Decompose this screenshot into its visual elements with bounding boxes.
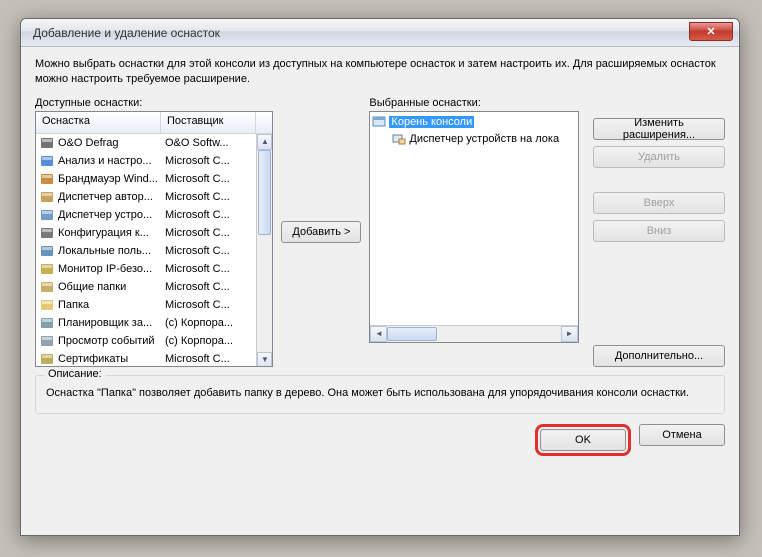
snapin-icon — [40, 334, 54, 348]
vendor-name: Microsoft C... — [161, 155, 256, 167]
list-item[interactable]: Общие папки Microsoft C... — [36, 278, 256, 296]
list-item[interactable]: Брандмауэр Wind...Microsoft C... — [36, 170, 256, 188]
snapin-name: Планировщик за... — [58, 317, 152, 329]
vendor-name: Microsoft C... — [161, 227, 256, 239]
list-item[interactable]: Просмотр событий (c) Корпора... — [36, 332, 256, 350]
snapin-name: Папка — [58, 299, 89, 311]
dialog-content: Можно выбрать оснастки для этой консоли … — [21, 47, 739, 468]
ok-highlight: OK — [535, 424, 631, 456]
vendor-name: (c) Корпора... — [161, 335, 256, 347]
snapin-name: Монитор IP-безо... — [58, 263, 152, 275]
dialog-window: Добавление и удаление оснасток ✕ Можно в… — [20, 18, 740, 536]
snapin-icon — [40, 352, 54, 366]
console-root-icon — [372, 115, 386, 129]
description-label: Описание: — [44, 368, 106, 380]
titlebar[interactable]: Добавление и удаление оснасток ✕ — [21, 19, 739, 47]
close-button[interactable]: ✕ — [689, 22, 733, 41]
description-group: Описание: Оснастка "Папка" позволяет доб… — [35, 375, 725, 414]
list-item[interactable]: O&O Defrag O&O Softw... — [36, 134, 256, 152]
listview-header[interactable]: Оснастка Поставщик — [36, 112, 272, 134]
selected-label: Выбранные оснастки: — [369, 97, 579, 109]
intro-text: Можно выбрать оснастки для этой консоли … — [35, 57, 725, 87]
vendor-name: Microsoft C... — [161, 281, 256, 293]
list-item[interactable]: Диспетчер автор... Microsoft C... — [36, 188, 256, 206]
snapin-name: Сертификаты — [58, 353, 128, 365]
snapin-name: Просмотр событий — [58, 335, 155, 347]
scroll-down-icon[interactable]: ▼ — [257, 352, 272, 367]
snapin-name: Диспетчер устро... — [58, 209, 152, 221]
snapin-icon — [40, 262, 54, 276]
vendor-name: Microsoft C... — [161, 299, 256, 311]
edit-extensions-button[interactable]: Изменить расширения... — [593, 118, 725, 140]
vendor-name: Microsoft C... — [161, 245, 256, 257]
scroll-thumb[interactable] — [258, 150, 271, 235]
vendor-name: Microsoft C... — [161, 353, 256, 365]
cancel-button[interactable]: Отмена — [639, 424, 725, 446]
tree-root-item[interactable]: Корень консоли — [372, 114, 576, 131]
snapin-icon — [40, 280, 54, 294]
vendor-name: Microsoft C... — [161, 263, 256, 275]
snapin-icon — [40, 190, 54, 204]
scroll-up-icon[interactable]: ▲ — [257, 134, 272, 150]
list-item[interactable]: Папка Microsoft C... — [36, 296, 256, 314]
window-title: Добавление и удаление оснасток — [33, 26, 220, 40]
snapin-icon — [40, 316, 54, 330]
snapin-name: Диспетчер автор... — [58, 191, 153, 203]
snapin-icon — [40, 244, 54, 258]
vendor-name: (c) Корпора... — [161, 317, 256, 329]
ok-button[interactable]: OK — [540, 429, 626, 451]
tree-root-label: Корень консоли — [389, 116, 474, 128]
list-item[interactable]: Монитор IP-безо... Microsoft C... — [36, 260, 256, 278]
snapin-name: Анализ и настро... — [58, 155, 152, 167]
horizontal-scrollbar[interactable]: ◄ ► — [370, 325, 578, 342]
list-item[interactable]: Анализ и настро... Microsoft C... — [36, 152, 256, 170]
snapin-icon — [40, 226, 54, 240]
snapin-name: Локальные поль... — [58, 245, 151, 257]
scroll-track[interactable] — [257, 150, 272, 352]
available-listview[interactable]: Оснастка Поставщик O&O Defrag O&O Softw..… — [35, 111, 273, 367]
vendor-name: O&O Softw... — [161, 137, 256, 149]
hscroll-thumb[interactable] — [387, 327, 437, 341]
vendor-name: Microsoft C... — [161, 173, 256, 185]
snapin-icon — [40, 136, 54, 150]
vendor-name: Microsoft C... — [161, 209, 256, 221]
move-up-button[interactable]: Вверх — [593, 192, 725, 214]
selected-treeview[interactable]: Корень консоли Диспетчер устройств на ло… — [369, 111, 579, 343]
advanced-button[interactable]: Дополнительно... — [593, 345, 725, 367]
scroll-right-icon[interactable]: ► — [561, 326, 578, 342]
list-item[interactable]: Локальные поль... Microsoft C... — [36, 242, 256, 260]
snapin-name: Общие папки — [58, 281, 126, 293]
snapin-name: Конфигурация к... — [58, 227, 149, 239]
vertical-scrollbar[interactable]: ▲ ▼ — [256, 134, 272, 367]
snapin-icon — [40, 208, 54, 222]
snapin-name: Брандмауэр Wind... — [58, 173, 158, 185]
list-item[interactable]: Конфигурация к... Microsoft C... — [36, 224, 256, 242]
close-icon: ✕ — [706, 25, 715, 38]
list-item[interactable]: Планировщик за... (c) Корпора... — [36, 314, 256, 332]
snapin-icon — [40, 172, 54, 186]
vendor-name: Microsoft C... — [161, 191, 256, 203]
snapin-icon — [40, 298, 54, 312]
list-item[interactable]: Диспетчер устро... Microsoft C... — [36, 206, 256, 224]
snapin-icon — [40, 154, 54, 168]
col-header-snapin[interactable]: Оснастка — [36, 112, 161, 133]
tree-child-label: Диспетчер устройств на лока — [409, 133, 559, 145]
remove-button[interactable]: Удалить — [593, 146, 725, 168]
scroll-left-icon[interactable]: ◄ — [370, 326, 387, 342]
add-button[interactable]: Добавить > — [281, 221, 361, 243]
col-header-vendor[interactable]: Поставщик — [161, 112, 256, 133]
device-manager-icon — [392, 132, 406, 146]
available-label: Доступные оснастки: — [35, 97, 273, 109]
snapin-name: O&O Defrag — [58, 137, 119, 149]
move-down-button[interactable]: Вниз — [593, 220, 725, 242]
tree-child-item[interactable]: Диспетчер устройств на лока — [372, 131, 576, 148]
hscroll-track[interactable] — [387, 326, 561, 342]
list-item[interactable]: Сертификаты Microsoft C... — [36, 350, 256, 367]
description-text: Оснастка "Папка" позволяет добавить папк… — [46, 386, 714, 401]
